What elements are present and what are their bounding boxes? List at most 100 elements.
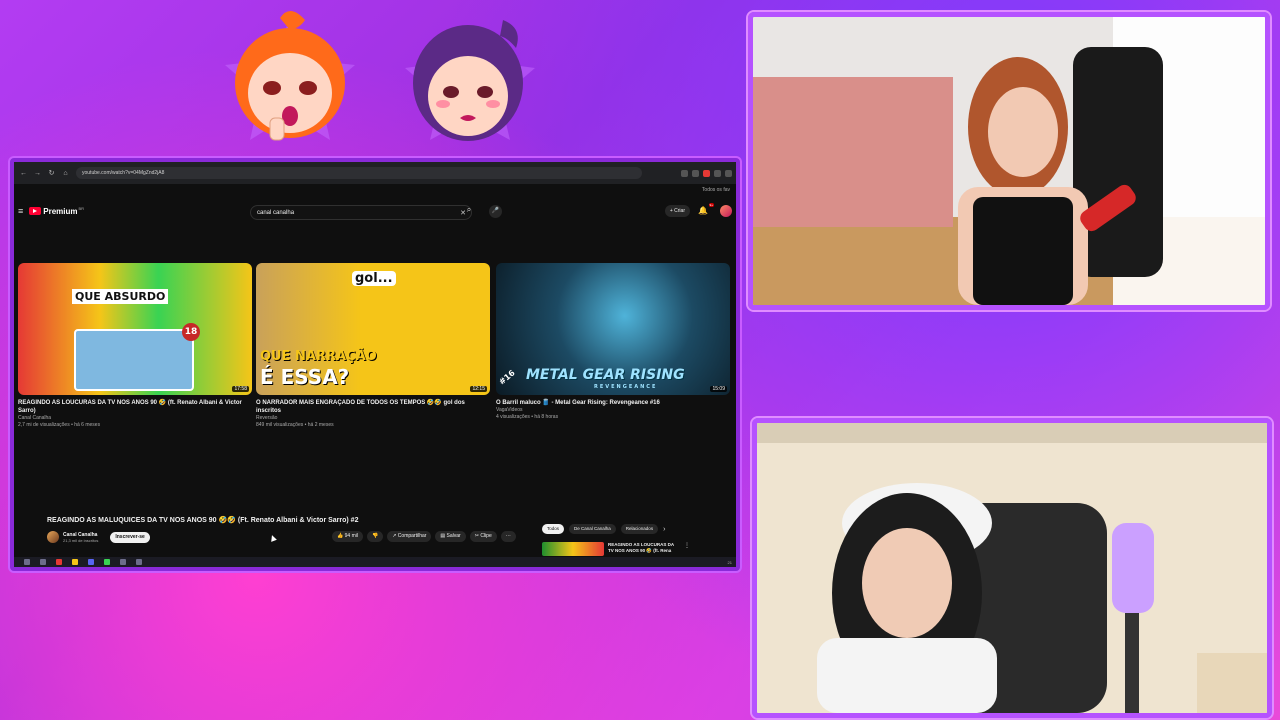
video-title[interactable]: REAGINDO AS LOUCURAS DA TV NOS ANOS 90 🤣… — [18, 399, 252, 415]
thumbnail-text: REVENGEANCE — [594, 384, 658, 390]
thumbnail-text: gol... — [352, 271, 396, 286]
app-taskbar-icon[interactable] — [120, 559, 126, 565]
chip-from-channel[interactable]: De Canal Canalha — [569, 524, 616, 534]
channel-row: Canal Canalha 21,3 mil de inscritos Insc… — [47, 528, 150, 546]
like-button[interactable]: 👍 94 mil — [332, 531, 363, 542]
recommendation-chips: Todos De Canal Canalha Relacionados › — [542, 524, 665, 534]
thumbnail-text: QUE NARRAÇÃO — [260, 349, 377, 364]
video-meta: 4 visualizações • há 8 horas — [496, 414, 559, 420]
video-duration: 15:09 — [710, 386, 727, 392]
bookmarks-label[interactable]: Todos os fav — [702, 187, 730, 193]
more-icon[interactable]: ⋮ — [684, 542, 690, 556]
youtube-browser-window[interactable]: ← → ↻ ⌂ youtube.com/watch?v=04MgZnd2jA8 … — [10, 158, 740, 571]
discord-taskbar-icon[interactable] — [88, 559, 94, 565]
search-value: canal canalha — [257, 209, 295, 216]
back-icon[interactable]: ← — [19, 169, 28, 178]
extensions-bar — [677, 169, 732, 177]
save-button[interactable]: ▤ Salvar — [435, 531, 466, 542]
video-title[interactable]: O NARRADOR MAIS ENGRAÇADO DE TODOS OS TE… — [256, 399, 490, 415]
search-taskbar-icon[interactable] — [24, 559, 30, 565]
youtube-header: ≡ Premium BR canal canalha ✕ ⌕ 🎤 + Criar… — [14, 200, 736, 222]
chip-all[interactable]: Todos — [542, 524, 565, 534]
like-count: 94 mil — [344, 533, 358, 539]
video-actions: 👍 94 mil 👎 ↗ Compartilhar ▤ Salvar ✂ Cli… — [332, 531, 520, 542]
dislike-icon: 👎 — [371, 533, 379, 539]
taskbar-clock: 21 — [727, 559, 732, 565]
video-thumbnail[interactable]: #16 METAL GEAR RISING REVENGEANCE 15:09 — [496, 263, 730, 395]
app-taskbar-icon[interactable] — [104, 559, 110, 565]
recommended-video[interactable]: REAGINDO AS LOUCURAS DA TV NOS ANOS 90 🤣… — [542, 542, 690, 556]
save-label: Salvar — [446, 533, 461, 539]
mouse-cursor-icon — [269, 534, 277, 542]
taskview-icon[interactable] — [40, 559, 46, 565]
video-duration: 12:15 — [470, 386, 487, 392]
browser-taskbar-icon[interactable] — [56, 559, 62, 565]
share-button[interactable]: ↗ Compartilhar — [387, 531, 432, 542]
webcam-top — [748, 12, 1270, 310]
chip-related[interactable]: Relacionados — [620, 524, 659, 534]
video-channel[interactable]: Reversão — [256, 415, 490, 422]
channel-avatar[interactable] — [47, 531, 59, 543]
subscribe-button[interactable]: Inscrever-se — [110, 531, 150, 543]
video-thumbnail[interactable]: gol... QUE NARRAÇÃO É ESSA? 12:15 — [256, 263, 490, 395]
video-card[interactable]: #16 METAL GEAR RISING REVENGEANCE 15:09 … — [496, 263, 730, 421]
more-actions-button[interactable]: ··· — [500, 531, 516, 542]
youtube-logo-region: BR — [78, 205, 85, 211]
channel-name[interactable]: Canal Canalha — [63, 532, 98, 538]
chevron-right-icon[interactable]: › — [663, 526, 665, 533]
video-channel[interactable]: VagaVideos — [496, 407, 730, 414]
folder-taskbar-icon[interactable] — [72, 559, 78, 565]
thumbnail-tag: #16 — [497, 368, 517, 387]
video-thumbnail[interactable]: QUE ABSURDO 18 17:58 — [18, 263, 252, 395]
subscriber-count: 21,3 mil de inscritos — [63, 537, 99, 543]
notifications-icon[interactable]: 🔔 — [698, 206, 708, 215]
scissors-icon: ✂ — [474, 533, 479, 539]
clip-button[interactable]: ✂ Clipe — [469, 531, 497, 542]
forward-icon[interactable]: → — [33, 169, 42, 178]
extension-icon[interactable] — [703, 169, 710, 177]
share-icon: ↗ — [392, 533, 397, 539]
thumbnail-text: METAL GEAR RISING — [526, 367, 685, 383]
video-meta: 849 mil visualizações • há 2 meses — [256, 422, 334, 428]
emote-redhead-icon — [230, 8, 350, 143]
save-icon: ▤ — [440, 533, 446, 539]
microphone-icon[interactable]: 🎤 — [489, 205, 502, 218]
thumbnail-text: QUE ABSURDO — [72, 289, 169, 304]
youtube-logo[interactable]: Premium BR — [29, 205, 85, 216]
youtube-logo-text: Premium — [43, 206, 78, 216]
video-duration: 17:58 — [232, 386, 249, 392]
address-bar: ← → ↻ ⌂ youtube.com/watch?v=04MgZnd2jA8 — [14, 162, 736, 184]
extension-icon[interactable] — [692, 169, 699, 177]
video-meta: 2,7 mi de visualizações • há 6 meses — [18, 422, 101, 428]
search-input[interactable]: canal canalha ✕ — [250, 205, 472, 220]
extension-icon[interactable] — [725, 169, 732, 177]
thumbnail-inset-image — [74, 329, 194, 391]
taskbar: 21 — [14, 557, 736, 567]
age-badge: 18 — [182, 323, 200, 341]
menu-icon[interactable]: ≡ — [18, 206, 23, 216]
youtube-play-icon — [29, 207, 42, 215]
create-button[interactable]: + Criar — [664, 205, 690, 217]
end-screen-suggestions: QUE ABSURDO 18 17:58 REAGINDO AS LOUCURA… — [18, 263, 734, 438]
url-field[interactable]: youtube.com/watch?v=04MgZnd2jA8 — [76, 167, 642, 179]
share-label: Compartilhar — [397, 533, 427, 539]
search-icon[interactable]: ⌕ — [460, 205, 478, 218]
create-label: Criar — [674, 208, 685, 214]
reload-icon[interactable]: ↻ — [47, 169, 56, 178]
app-taskbar-icon[interactable] — [136, 559, 142, 565]
video-title[interactable]: O Barril maluco 🛢️ - Metal Gear Rising: … — [496, 399, 730, 407]
webcam-top-feed — [753, 17, 1265, 305]
video-card[interactable]: QUE ABSURDO 18 17:58 REAGINDO AS LOUCURA… — [18, 263, 252, 429]
video-page-title: REAGINDO AS MALUQUICES DA TV NOS ANOS 90… — [47, 517, 359, 524]
webcam-bottom — [752, 418, 1272, 718]
extension-icon[interactable] — [681, 169, 688, 177]
video-channel[interactable]: Canal Canalha — [18, 415, 252, 422]
home-icon[interactable]: ⌂ — [61, 169, 70, 178]
extension-icon[interactable] — [714, 169, 721, 177]
thumbnail-text: É ESSA? — [260, 365, 350, 389]
dislike-button[interactable]: 👎 — [366, 531, 384, 542]
recommended-thumbnail[interactable] — [542, 542, 604, 556]
video-card[interactable]: gol... QUE NARRAÇÃO É ESSA? 12:15 O NARR… — [256, 263, 490, 429]
account-avatar[interactable] — [720, 205, 732, 217]
recommended-title[interactable]: REAGINDO AS LOUCURAS DA TV NOS ANOS 90 🤣… — [608, 542, 680, 556]
